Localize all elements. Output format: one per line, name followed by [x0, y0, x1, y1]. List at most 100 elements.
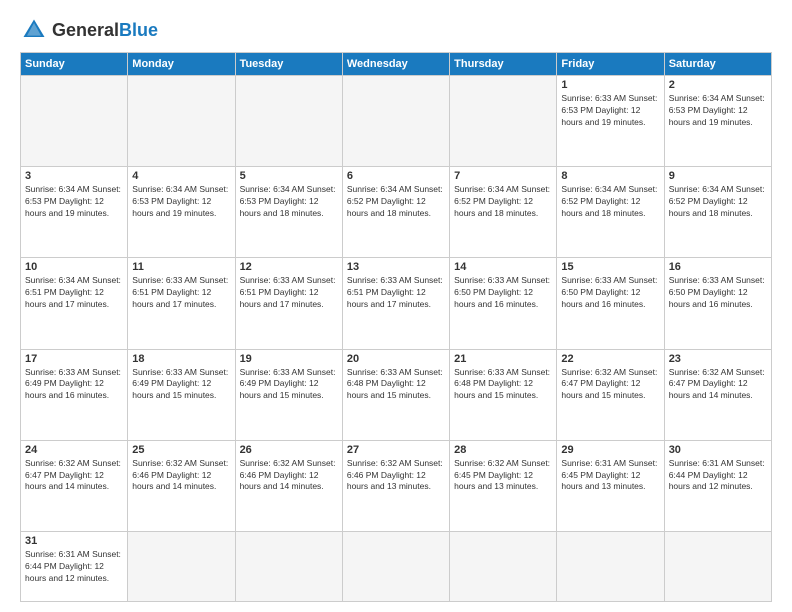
- day-number: 26: [240, 444, 338, 456]
- day-info: Sunrise: 6:33 AM Sunset: 6:48 PM Dayligh…: [454, 367, 552, 403]
- calendar-cell: 7Sunrise: 6:34 AM Sunset: 6:52 PM Daylig…: [450, 167, 557, 258]
- week-row-3: 10 Sunrise: 6:34 AM Sunset: 6:51 PM Dayli…: [21, 258, 772, 349]
- day-info: Sunrise: 6:34 AM Sunset: 6:53 PM Dayligh…: [240, 184, 338, 220]
- day-number: 11: [132, 261, 230, 273]
- calendar-cell: 19Sunrise: 6:33 AM Sunset: 6:49 PM Dayli…: [235, 349, 342, 440]
- calendar-cell: 17 Sunrise: 6:33 AM Sunset: 6:49 PM Dayli…: [21, 349, 128, 440]
- day-info: Sunrise: 6:33 AM Sunset: 6:51 PM Dayligh…: [132, 275, 230, 311]
- calendar-cell: 31 Sunrise: 6:31 AM Sunset: 6:44 PM Dayli…: [21, 531, 128, 601]
- calendar-cell: 29 Sunrise: 6:31 AM Sunset: 6:45 PM Dayli…: [557, 440, 664, 531]
- day-info: Sunrise: 6:32 AM Sunset: 6:47 PM Dayligh…: [25, 458, 123, 494]
- day-info: Sunrise: 6:31 AM Sunset: 6:44 PM Dayligh…: [669, 458, 767, 494]
- day-info: Sunrise: 6:33 AM Sunset: 6:50 PM Dayligh…: [561, 275, 659, 311]
- weekday-header-tuesday: Tuesday: [235, 53, 342, 76]
- calendar-cell: 13Sunrise: 6:33 AM Sunset: 6:51 PM Dayli…: [342, 258, 449, 349]
- weekday-header-friday: Friday: [557, 53, 664, 76]
- day-number: 10: [25, 261, 123, 273]
- day-number: 4: [132, 170, 230, 182]
- day-number: 31: [25, 535, 123, 547]
- week-row-5: 24 Sunrise: 6:32 AM Sunset: 6:47 PM Dayli…: [21, 440, 772, 531]
- day-info: Sunrise: 6:32 AM Sunset: 6:45 PM Dayligh…: [454, 458, 552, 494]
- week-row-1: 1Sunrise: 6:33 AM Sunset: 6:53 PM Daylig…: [21, 76, 772, 167]
- day-number: 20: [347, 353, 445, 365]
- logo-icon: [20, 16, 48, 44]
- weekday-header-monday: Monday: [128, 53, 235, 76]
- day-info: Sunrise: 6:33 AM Sunset: 6:49 PM Dayligh…: [25, 367, 123, 403]
- day-info: Sunrise: 6:32 AM Sunset: 6:47 PM Dayligh…: [669, 367, 767, 403]
- day-number: 28: [454, 444, 552, 456]
- day-number: 18: [132, 353, 230, 365]
- day-info: Sunrise: 6:32 AM Sunset: 6:46 PM Dayligh…: [240, 458, 338, 494]
- calendar-cell: 1Sunrise: 6:33 AM Sunset: 6:53 PM Daylig…: [557, 76, 664, 167]
- weekday-header-sunday: Sunday: [21, 53, 128, 76]
- day-number: 15: [561, 261, 659, 273]
- day-info: Sunrise: 6:31 AM Sunset: 6:45 PM Dayligh…: [561, 458, 659, 494]
- calendar-cell: 23 Sunrise: 6:32 AM Sunset: 6:47 PM Dayli…: [664, 349, 771, 440]
- day-info: Sunrise: 6:34 AM Sunset: 6:53 PM Dayligh…: [669, 93, 767, 129]
- calendar-cell: [342, 76, 449, 167]
- calendar-cell: 11 Sunrise: 6:33 AM Sunset: 6:51 PM Dayli…: [128, 258, 235, 349]
- day-number: 22: [561, 353, 659, 365]
- day-number: 27: [347, 444, 445, 456]
- day-number: 13: [347, 261, 445, 273]
- calendar-cell: 30 Sunrise: 6:31 AM Sunset: 6:44 PM Dayli…: [664, 440, 771, 531]
- day-info: Sunrise: 6:31 AM Sunset: 6:44 PM Dayligh…: [25, 549, 123, 585]
- week-row-6: 31 Sunrise: 6:31 AM Sunset: 6:44 PM Dayli…: [21, 531, 772, 601]
- logo-text: GeneralBlue: [52, 20, 158, 41]
- calendar-cell: 22 Sunrise: 6:32 AM Sunset: 6:47 PM Dayli…: [557, 349, 664, 440]
- calendar-cell: [235, 531, 342, 601]
- day-number: 3: [25, 170, 123, 182]
- day-info: Sunrise: 6:33 AM Sunset: 6:49 PM Dayligh…: [240, 367, 338, 403]
- day-info: Sunrise: 6:34 AM Sunset: 6:53 PM Dayligh…: [25, 184, 123, 220]
- calendar-cell: 10 Sunrise: 6:34 AM Sunset: 6:51 PM Dayli…: [21, 258, 128, 349]
- calendar-cell: [342, 531, 449, 601]
- calendar-cell: 16Sunrise: 6:33 AM Sunset: 6:50 PM Dayli…: [664, 258, 771, 349]
- calendar-cell: [21, 76, 128, 167]
- day-number: 8: [561, 170, 659, 182]
- day-info: Sunrise: 6:34 AM Sunset: 6:51 PM Dayligh…: [25, 275, 123, 311]
- day-info: Sunrise: 6:33 AM Sunset: 6:49 PM Dayligh…: [132, 367, 230, 403]
- calendar-cell: 28 Sunrise: 6:32 AM Sunset: 6:45 PM Dayli…: [450, 440, 557, 531]
- day-info: Sunrise: 6:33 AM Sunset: 6:50 PM Dayligh…: [454, 275, 552, 311]
- calendar-cell: [235, 76, 342, 167]
- calendar-cell: 5 Sunrise: 6:34 AM Sunset: 6:53 PM Daylig…: [235, 167, 342, 258]
- day-info: Sunrise: 6:34 AM Sunset: 6:52 PM Dayligh…: [347, 184, 445, 220]
- page: GeneralBlue SundayMondayTuesdayWednesday…: [0, 0, 792, 612]
- calendar-cell: [557, 531, 664, 601]
- day-info: Sunrise: 6:32 AM Sunset: 6:46 PM Dayligh…: [347, 458, 445, 494]
- day-number: 6: [347, 170, 445, 182]
- calendar-cell: 25Sunrise: 6:32 AM Sunset: 6:46 PM Dayli…: [128, 440, 235, 531]
- week-row-2: 3 Sunrise: 6:34 AM Sunset: 6:53 PM Daylig…: [21, 167, 772, 258]
- day-number: 30: [669, 444, 767, 456]
- day-number: 24: [25, 444, 123, 456]
- day-info: Sunrise: 6:34 AM Sunset: 6:52 PM Dayligh…: [561, 184, 659, 220]
- day-number: 14: [454, 261, 552, 273]
- calendar-cell: 15 Sunrise: 6:33 AM Sunset: 6:50 PM Dayli…: [557, 258, 664, 349]
- day-number: 2: [669, 79, 767, 91]
- calendar-cell: [664, 531, 771, 601]
- day-info: Sunrise: 6:33 AM Sunset: 6:53 PM Dayligh…: [561, 93, 659, 129]
- day-number: 25: [132, 444, 230, 456]
- calendar-cell: 12Sunrise: 6:33 AM Sunset: 6:51 PM Dayli…: [235, 258, 342, 349]
- day-info: Sunrise: 6:32 AM Sunset: 6:47 PM Dayligh…: [561, 367, 659, 403]
- day-number: 7: [454, 170, 552, 182]
- calendar-cell: [128, 76, 235, 167]
- weekday-header-saturday: Saturday: [664, 53, 771, 76]
- logo: GeneralBlue: [20, 16, 158, 44]
- day-info: Sunrise: 6:34 AM Sunset: 6:53 PM Dayligh…: [132, 184, 230, 220]
- weekday-header-thursday: Thursday: [450, 53, 557, 76]
- day-number: 21: [454, 353, 552, 365]
- day-number: 23: [669, 353, 767, 365]
- day-info: Sunrise: 6:33 AM Sunset: 6:51 PM Dayligh…: [240, 275, 338, 311]
- day-info: Sunrise: 6:34 AM Sunset: 6:52 PM Dayligh…: [669, 184, 767, 220]
- calendar-cell: 27 Sunrise: 6:32 AM Sunset: 6:46 PM Dayli…: [342, 440, 449, 531]
- calendar-cell: 20Sunrise: 6:33 AM Sunset: 6:48 PM Dayli…: [342, 349, 449, 440]
- calendar-cell: 9 Sunrise: 6:34 AM Sunset: 6:52 PM Daylig…: [664, 167, 771, 258]
- weekday-header-wednesday: Wednesday: [342, 53, 449, 76]
- day-number: 29: [561, 444, 659, 456]
- day-number: 9: [669, 170, 767, 182]
- day-number: 5: [240, 170, 338, 182]
- calendar-cell: 26 Sunrise: 6:32 AM Sunset: 6:46 PM Dayli…: [235, 440, 342, 531]
- day-number: 17: [25, 353, 123, 365]
- calendar-cell: 8 Sunrise: 6:34 AM Sunset: 6:52 PM Daylig…: [557, 167, 664, 258]
